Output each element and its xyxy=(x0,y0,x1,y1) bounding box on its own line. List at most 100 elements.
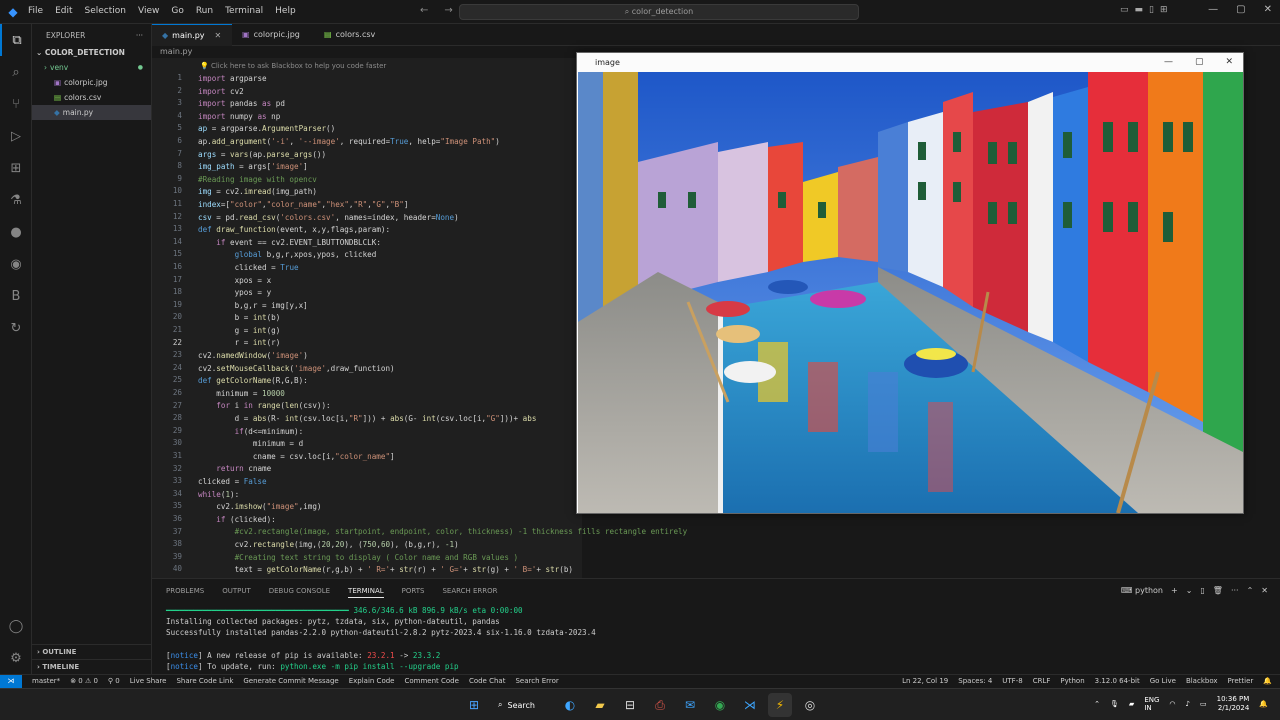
tab-terminal[interactable]: TERMINAL xyxy=(348,587,384,598)
tab-ports[interactable]: PORTS xyxy=(402,587,425,598)
toggle-sidebar-icon[interactable]: ▭ xyxy=(1120,5,1129,15)
status-ports[interactable]: ⚲ 0 xyxy=(108,675,120,688)
blackbox-icon[interactable]: B xyxy=(0,280,32,312)
menu-edit[interactable]: Edit xyxy=(55,6,72,16)
minimize-icon[interactable]: — xyxy=(1164,53,1173,72)
status-generate-commit[interactable]: Generate Commit Message xyxy=(243,675,338,688)
status-language[interactable]: Python xyxy=(1060,675,1084,688)
timeline-section[interactable]: › TIMELINE xyxy=(32,659,152,673)
close-panel-icon[interactable]: ✕ xyxy=(1261,586,1268,595)
terminal-shell-selector[interactable]: ⌨ python xyxy=(1121,586,1163,595)
volume-icon[interactable]: ♪ xyxy=(1186,700,1190,708)
status-explain-code[interactable]: Explain Code xyxy=(349,675,395,688)
status-code-chat[interactable]: Code Chat xyxy=(469,675,506,688)
status-prettier[interactable]: Prettier xyxy=(1228,675,1254,688)
status-branch[interactable]: master* xyxy=(32,675,60,688)
chrome-icon[interactable]: ◉ xyxy=(708,693,732,717)
tree-item-colors-csv[interactable]: ▤ colors.csv xyxy=(32,90,151,105)
more-actions-icon[interactable]: ··· xyxy=(1231,586,1239,595)
settings-gear-icon[interactable]: ⚙ xyxy=(0,642,32,674)
notification-bell-icon[interactable]: 🔔 xyxy=(1259,700,1268,708)
menu-terminal[interactable]: Terminal xyxy=(225,6,263,16)
github-icon[interactable]: ● xyxy=(0,216,32,248)
taskbar-search[interactable]: ⌕ Search xyxy=(492,693,552,717)
account-icon[interactable]: ◯ xyxy=(0,610,32,642)
menu-run[interactable]: Run xyxy=(196,6,213,16)
close-tab-icon[interactable]: ✕ xyxy=(215,25,222,47)
menu-help[interactable]: Help xyxy=(275,6,296,16)
extensions-icon[interactable]: ⊞ xyxy=(0,152,32,184)
code-editor[interactable]: 1 2 3 4 5 6 7 8 9 10 11 12 13 14 15 16 17 18 19 20 21 22 23 24 2… xyxy=(152,58,687,578)
menu-go[interactable]: Go xyxy=(171,6,183,16)
language-indicator[interactable]: ENG IN xyxy=(1144,696,1159,712)
maximize-panel-icon[interactable]: ⌃ xyxy=(1247,586,1254,595)
remote-icon[interactable]: ◉ xyxy=(0,248,32,280)
status-live-share[interactable]: Live Share xyxy=(130,675,167,688)
tree-item-colorpic[interactable]: ▣ colorpic.jpg xyxy=(32,75,151,90)
blackbox-hint[interactable]: 💡 Click here to ask Blackbox to help you… xyxy=(200,62,386,70)
breadcrumb[interactable]: main.py xyxy=(160,47,192,56)
toggle-panel-icon[interactable]: ▬ xyxy=(1135,5,1144,15)
microphone-icon[interactable]: 🎙 xyxy=(1110,700,1119,708)
forward-arrow-icon[interactable]: → xyxy=(444,5,452,16)
terminal-output[interactable]: ━━━━━━━━━━━━━━━━━━━━━━━━━━━━━━━━━━━━━━━━… xyxy=(166,605,596,672)
status-cursor-position[interactable]: Ln 22, Col 19 xyxy=(902,675,948,688)
status-interpreter[interactable]: 3.12.0 64-bit xyxy=(1095,675,1140,688)
status-indentation[interactable]: Spaces: 4 xyxy=(958,675,992,688)
status-problems[interactable]: ⊗ 0 ⚠ 0 xyxy=(70,675,98,688)
trash-icon[interactable]: 🗑 xyxy=(1213,586,1223,595)
windows-start-icon[interactable]: ⊞ xyxy=(462,693,486,717)
status-comment-code[interactable]: Comment Code xyxy=(404,675,458,688)
vscode-taskbar-icon[interactable]: ⋊ xyxy=(738,693,762,717)
toggle-secondary-icon[interactable]: ▯ xyxy=(1149,5,1154,15)
tab-output[interactable]: OUTPUT xyxy=(222,587,251,598)
notifications-bell-icon[interactable]: 🔔 xyxy=(1263,675,1272,688)
status-eol[interactable]: CRLF xyxy=(1033,675,1051,688)
more-actions-icon[interactable]: ··· xyxy=(136,31,143,46)
back-arrow-icon[interactable]: ← xyxy=(420,5,428,16)
tab-colors-csv[interactable]: ▤ colors.csv xyxy=(314,24,385,46)
tab-debug-console[interactable]: DEBUG CONSOLE xyxy=(269,587,330,598)
python-taskbar-icon[interactable]: ⚡ xyxy=(768,693,792,717)
status-go-live[interactable]: Go Live xyxy=(1150,675,1176,688)
store-icon[interactable]: ⊟ xyxy=(618,693,642,717)
status-blackbox[interactable]: Blackbox xyxy=(1186,675,1218,688)
wifi-icon[interactable]: ◠ xyxy=(1169,700,1175,708)
menu-view[interactable]: View xyxy=(138,6,159,16)
obs-icon[interactable]: ◎ xyxy=(798,693,822,717)
menu-file[interactable]: File xyxy=(28,6,43,16)
live-share-icon[interactable]: ↻ xyxy=(0,312,32,344)
remote-indicator-icon[interactable]: ⋊ xyxy=(0,675,22,688)
search-icon[interactable]: ⌕ xyxy=(0,56,32,88)
battery-icon[interactable]: ▭ xyxy=(1200,700,1207,708)
status-search-error[interactable]: Search Error xyxy=(515,675,558,688)
tab-colorpic[interactable]: ▣ colorpic.jpg xyxy=(232,24,310,46)
run-debug-icon[interactable]: ▷ xyxy=(0,120,32,152)
maximize-icon[interactable]: ▢ xyxy=(1195,53,1204,72)
outline-section[interactable]: › OUTLINE xyxy=(32,644,152,658)
clock[interactable]: 10:36 PM 2/1/2024 xyxy=(1217,695,1250,713)
workspace-folder[interactable]: ⌄ COLOR_DETECTION xyxy=(32,46,151,60)
chevron-down-icon[interactable]: ⌄ xyxy=(1186,586,1193,595)
customize-layout-icon[interactable]: ⊞ xyxy=(1160,5,1168,15)
chevron-up-icon[interactable]: ⌃ xyxy=(1094,700,1100,708)
source-control-icon[interactable]: ⑂ xyxy=(0,88,32,120)
maximize-icon[interactable]: ▢ xyxy=(1236,4,1245,15)
canal-photo[interactable] xyxy=(578,72,1243,513)
image-window-titlebar[interactable]: image — ▢ ✕ xyxy=(577,53,1243,72)
tab-problems[interactable]: PROBLEMS xyxy=(166,587,204,598)
close-icon[interactable]: ✕ xyxy=(1225,53,1233,72)
tab-main-py[interactable]: ◆ main.py ✕ xyxy=(152,24,232,46)
pdf-reader-icon[interactable]: ⎙ xyxy=(648,693,672,717)
status-share-code-link[interactable]: Share Code Link xyxy=(176,675,233,688)
menu-selection[interactable]: Selection xyxy=(85,6,126,16)
explorer-icon[interactable]: ⧉ xyxy=(0,24,32,56)
opencv-image-window[interactable]: image — ▢ ✕ xyxy=(576,52,1244,514)
new-terminal-icon[interactable]: + xyxy=(1171,586,1178,595)
edge-browser-icon[interactable]: ◐ xyxy=(558,693,582,717)
tree-item-main-py[interactable]: ◆ main.py xyxy=(32,105,151,120)
minimize-icon[interactable]: — xyxy=(1208,4,1218,15)
command-center[interactable]: ⌕ color_detection xyxy=(459,4,859,20)
mail-icon[interactable]: ✉ xyxy=(678,693,702,717)
status-encoding[interactable]: UTF-8 xyxy=(1002,675,1022,688)
